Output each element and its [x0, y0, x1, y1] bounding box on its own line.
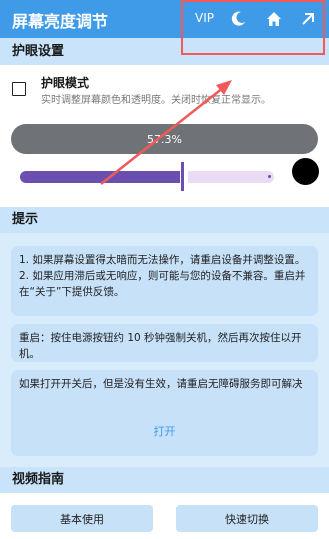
annotation-arrow	[100, 80, 232, 185]
